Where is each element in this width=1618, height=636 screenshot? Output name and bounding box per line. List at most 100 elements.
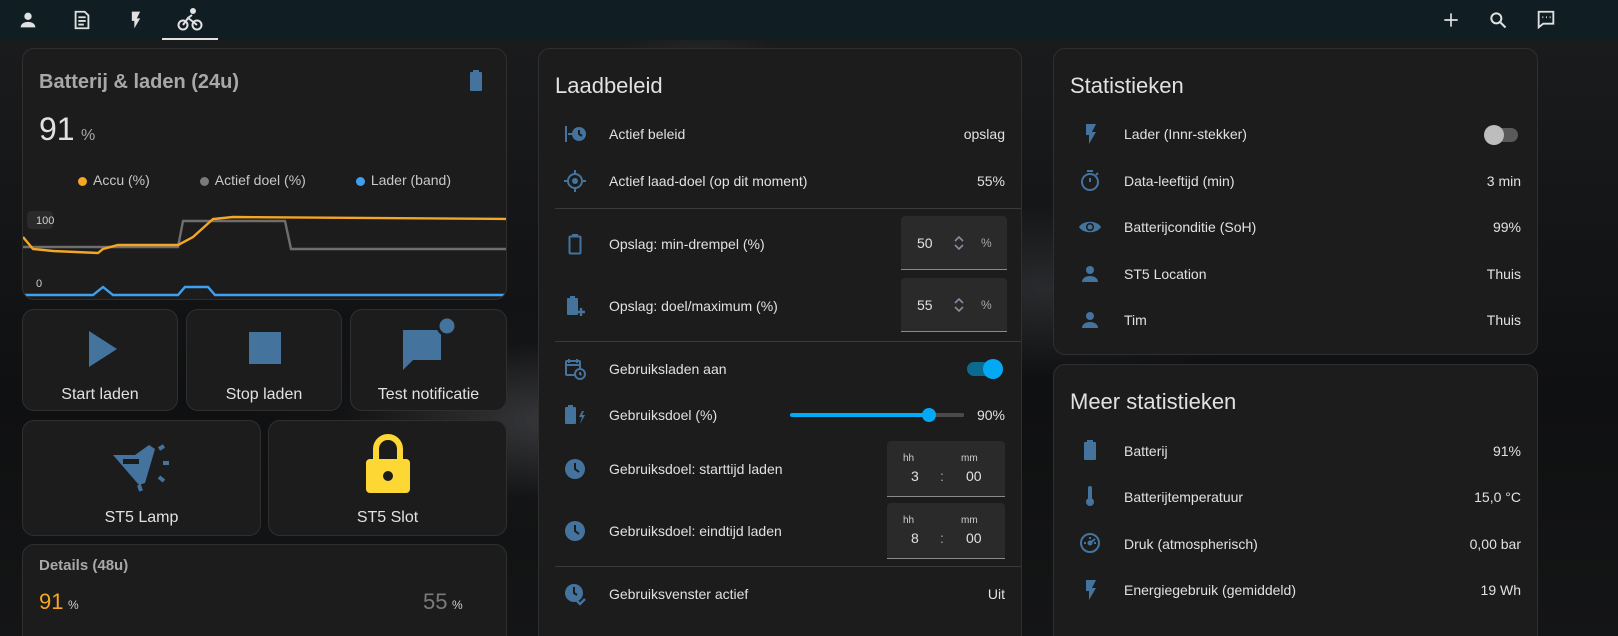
battery-icon [1084, 440, 1096, 460]
row-label: Batterij [1124, 443, 1168, 459]
row-label: Tim [1124, 312, 1147, 328]
button-label: Test notificatie [377, 386, 480, 403]
button-label: ST5 Lamp [104, 509, 179, 526]
details-card[interactable]: Details (48u) 91 % 55 % [22, 544, 507, 636]
row-value: Uit [987, 586, 1005, 602]
input-value: 50 [917, 235, 933, 251]
search-button[interactable] [1478, 0, 1518, 40]
toggle-knob [983, 359, 1003, 379]
tab-list[interactable] [54, 0, 110, 40]
battery-chart: 100 0 [23, 211, 506, 297]
add-button[interactable] [1431, 0, 1471, 40]
account-icon [1082, 266, 1098, 282]
stop-laden-button[interactable]: Stop laden [186, 309, 342, 411]
minute-value[interactable]: 00 [966, 468, 982, 484]
divider [555, 566, 1021, 567]
calendar-clock-icon [565, 359, 586, 380]
laadbeleid-card: Laadbeleid Actief beleid opslag Actief l… [538, 48, 1022, 636]
row-value: 91% [1492, 443, 1521, 459]
row-label: Batterijtemperatuur [1124, 489, 1244, 505]
flash-icon [131, 11, 141, 29]
statistieken-card: Statistieken Lader (Innr-stekker) Data-l… [1053, 48, 1538, 355]
message-badge-icon [403, 316, 457, 370]
legend-item[interactable]: Lader (band) [355, 172, 451, 188]
toggle-knob [1484, 125, 1504, 145]
gebruiksdoel-slider[interactable] [922, 408, 936, 422]
button-label: Start laden [61, 386, 139, 403]
row-label: Gebruiksvenster actief [609, 586, 749, 602]
bike-icon [177, 8, 203, 31]
tab-bike[interactable] [162, 0, 218, 40]
test-notificatie-button[interactable]: Test notificatie [350, 309, 507, 411]
opslag-min-input[interactable]: 50 % [901, 216, 1007, 270]
row-value: Thuis [1486, 266, 1521, 282]
lamp-icon [113, 444, 169, 492]
row-value: Thuis [1486, 312, 1521, 328]
clock-icon [565, 459, 585, 479]
list-icon [74, 10, 90, 30]
meer-statistieken-card: Meer statistieken Batterij 91% Batterijt… [1053, 364, 1538, 636]
row-value: 15,0 °C [1474, 489, 1521, 505]
card-title: Statistieken [1070, 73, 1184, 98]
eye-icon [1079, 221, 1101, 233]
legend-item[interactable]: Actief doel (%) [199, 172, 306, 188]
divider [555, 208, 1021, 209]
account-icon [1082, 312, 1098, 328]
card-title: Details (48u) [39, 557, 129, 574]
row-label: Actief laad-doel (op dit moment) [609, 173, 808, 189]
legend-item[interactable]: Accu (%) [77, 172, 150, 188]
divider [555, 341, 1021, 342]
battery-icon [470, 70, 482, 91]
row-label: Data-leeftijd (min) [1124, 173, 1235, 189]
st5-lamp-button[interactable]: ST5 Lamp [22, 420, 261, 536]
mm-label: mm [961, 453, 978, 464]
row-label: Energiegebruik (gemiddeld) [1124, 582, 1296, 598]
row-value: 3 min [1486, 173, 1521, 189]
series-actief-doel [23, 219, 506, 251]
assist-button[interactable] [1526, 0, 1566, 40]
mm-label: mm [961, 515, 978, 526]
assist-icon [1537, 10, 1555, 30]
spinner-icon[interactable] [953, 296, 965, 314]
gebruiksladen-toggle[interactable] [967, 359, 1003, 379]
card-title: Laadbeleid [555, 73, 663, 98]
lock-icon [366, 434, 410, 493]
row-value: 99% [1492, 219, 1521, 235]
row-label: ST5 Location [1124, 266, 1207, 282]
start-laden-button[interactable]: Start laden [22, 309, 178, 411]
timer-icon [1081, 170, 1099, 191]
tab-account[interactable] [0, 0, 56, 40]
lader-toggle[interactable] [1484, 125, 1518, 145]
card-title: Batterij & laden (24u) [39, 71, 240, 93]
row-label: Opslag: min-drempel (%) [609, 236, 765, 252]
row-label: Batterijconditie (SoH) [1124, 219, 1257, 235]
top-app-bar [0, 0, 1618, 40]
search-icon [1490, 12, 1507, 29]
opslag-doel-input[interactable]: 55 % [901, 278, 1007, 332]
eindtijd-input[interactable]: hh mm 8 : 00 [887, 503, 1005, 559]
hh-label: hh [903, 515, 915, 526]
st5-slot-button[interactable]: ST5 Slot [268, 420, 507, 536]
policy-clock-icon [565, 126, 586, 142]
row-value: 90% [976, 407, 1005, 423]
row-value: 0,00 bar [1469, 536, 1521, 552]
tab-energy[interactable] [108, 0, 164, 40]
hour-value[interactable]: 8 [911, 530, 919, 546]
row-label: Opslag: doel/maximum (%) [609, 298, 778, 314]
hour-value[interactable]: 3 [911, 468, 919, 484]
account-icon [20, 12, 36, 28]
clock-check-icon [565, 584, 586, 606]
minute-value[interactable]: 00 [966, 530, 982, 546]
row-label: Lader (Innr-stekker) [1124, 126, 1247, 142]
battery-history-card[interactable]: Batterij & laden (24u) 91 % Accu (%) Act… [22, 48, 507, 300]
flash-icon [1086, 124, 1096, 144]
details-value-doel: 55 % [423, 589, 463, 614]
spinner-icon[interactable] [953, 234, 965, 252]
starttijd-input[interactable]: hh mm 3 : 00 [887, 441, 1005, 497]
input-unit: % [981, 298, 992, 312]
clock-icon [565, 521, 585, 541]
chart-legend: Accu (%) Actief doel (%) Lader (band) [23, 172, 506, 188]
card-title: Meer statistieken [1070, 389, 1237, 414]
series-lader [23, 285, 506, 297]
row-label: Gebruiksladen aan [609, 361, 727, 377]
